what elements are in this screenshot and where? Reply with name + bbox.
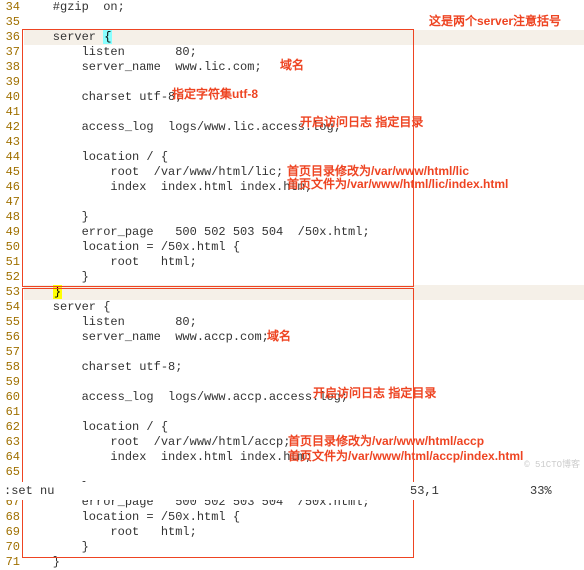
code-line[interactable]: listen 80; (24, 315, 584, 330)
line-number: 37 (0, 45, 20, 60)
line-number: 63 (0, 435, 20, 450)
code-line[interactable]: location = /50x.html { (24, 510, 584, 525)
line-number: 43 (0, 135, 20, 150)
line-number: 65 (0, 465, 20, 480)
code-line[interactable]: } (24, 540, 584, 555)
line-number: 59 (0, 375, 20, 390)
line-number: 38 (0, 60, 20, 75)
code-line[interactable]: charset utf-8; (24, 90, 584, 105)
line-number: 58 (0, 360, 20, 375)
code-line[interactable]: location / { (24, 150, 584, 165)
code-line[interactable]: server { (24, 300, 584, 315)
line-number: 50 (0, 240, 20, 255)
code-line[interactable]: listen 80; (24, 45, 584, 60)
scroll-percent: 33% (530, 484, 580, 498)
code-line[interactable]: } (24, 555, 584, 570)
line-number: 46 (0, 180, 20, 195)
line-number: 44 (0, 150, 20, 165)
code-line[interactable]: server_name www.lic.com; (24, 60, 584, 75)
line-number: 52 (0, 270, 20, 285)
code-line[interactable] (24, 405, 584, 420)
cursor-position: 53,1 (410, 484, 530, 498)
line-number: 61 (0, 405, 20, 420)
code-line[interactable] (24, 345, 584, 360)
line-number: 68 (0, 510, 20, 525)
line-number: 55 (0, 315, 20, 330)
code-line[interactable] (24, 15, 584, 30)
line-number: 47 (0, 195, 20, 210)
line-number: 60 (0, 390, 20, 405)
line-number: 57 (0, 345, 20, 360)
vim-command: :set nu (4, 484, 410, 498)
code-line[interactable] (24, 195, 584, 210)
line-number: 36 (0, 30, 20, 45)
code-line[interactable]: root html; (24, 525, 584, 540)
line-number: 53 (0, 285, 20, 300)
code-line[interactable]: root /var/www/html/accp; (24, 435, 584, 450)
line-number: 48 (0, 210, 20, 225)
code-line[interactable]: location / { (24, 420, 584, 435)
code-line[interactable]: } (24, 285, 584, 300)
watermark: © 51CTO博客 (524, 457, 580, 470)
code-line[interactable] (24, 135, 584, 150)
code-line[interactable] (24, 75, 584, 90)
line-number: 41 (0, 105, 20, 120)
code-line[interactable]: server_name www.accp.com; (24, 330, 584, 345)
code-line[interactable] (24, 465, 584, 480)
code-line[interactable]: location = /50x.html { (24, 240, 584, 255)
code-line[interactable] (24, 105, 584, 120)
code-line[interactable]: server { (24, 30, 584, 45)
line-number: 49 (0, 225, 20, 240)
line-number: 69 (0, 525, 20, 540)
code-line[interactable]: #gzip on; (24, 0, 584, 15)
line-number: 64 (0, 450, 20, 465)
code-line[interactable] (24, 375, 584, 390)
code-line[interactable]: access_log logs/www.accp.access.log; (24, 390, 584, 405)
code-line[interactable]: } (24, 210, 584, 225)
code-line[interactable]: index index.html index.htm; (24, 180, 584, 195)
line-number: 45 (0, 165, 20, 180)
code-line[interactable]: root html; (24, 255, 584, 270)
line-number: 54 (0, 300, 20, 315)
line-number: 51 (0, 255, 20, 270)
code-line[interactable]: root /var/www/html/lic; (24, 165, 584, 180)
line-number: 56 (0, 330, 20, 345)
line-number: 40 (0, 90, 20, 105)
line-number: 71 (0, 555, 20, 570)
code-line[interactable]: access_log logs/www.lic.access.log; (24, 120, 584, 135)
vim-status-bar: :set nu 53,1 33% (0, 482, 584, 500)
line-number: 39 (0, 75, 20, 90)
code-line[interactable]: error_page 500 502 503 504 /50x.html; (24, 225, 584, 240)
line-number: 62 (0, 420, 20, 435)
line-number: 35 (0, 15, 20, 30)
line-number: 70 (0, 540, 20, 555)
code-line[interactable]: charset utf-8; (24, 360, 584, 375)
code-line[interactable]: index index.html index.htm; (24, 450, 584, 465)
line-number: 42 (0, 120, 20, 135)
code-line[interactable]: } (24, 270, 584, 285)
line-number: 34 (0, 0, 20, 15)
